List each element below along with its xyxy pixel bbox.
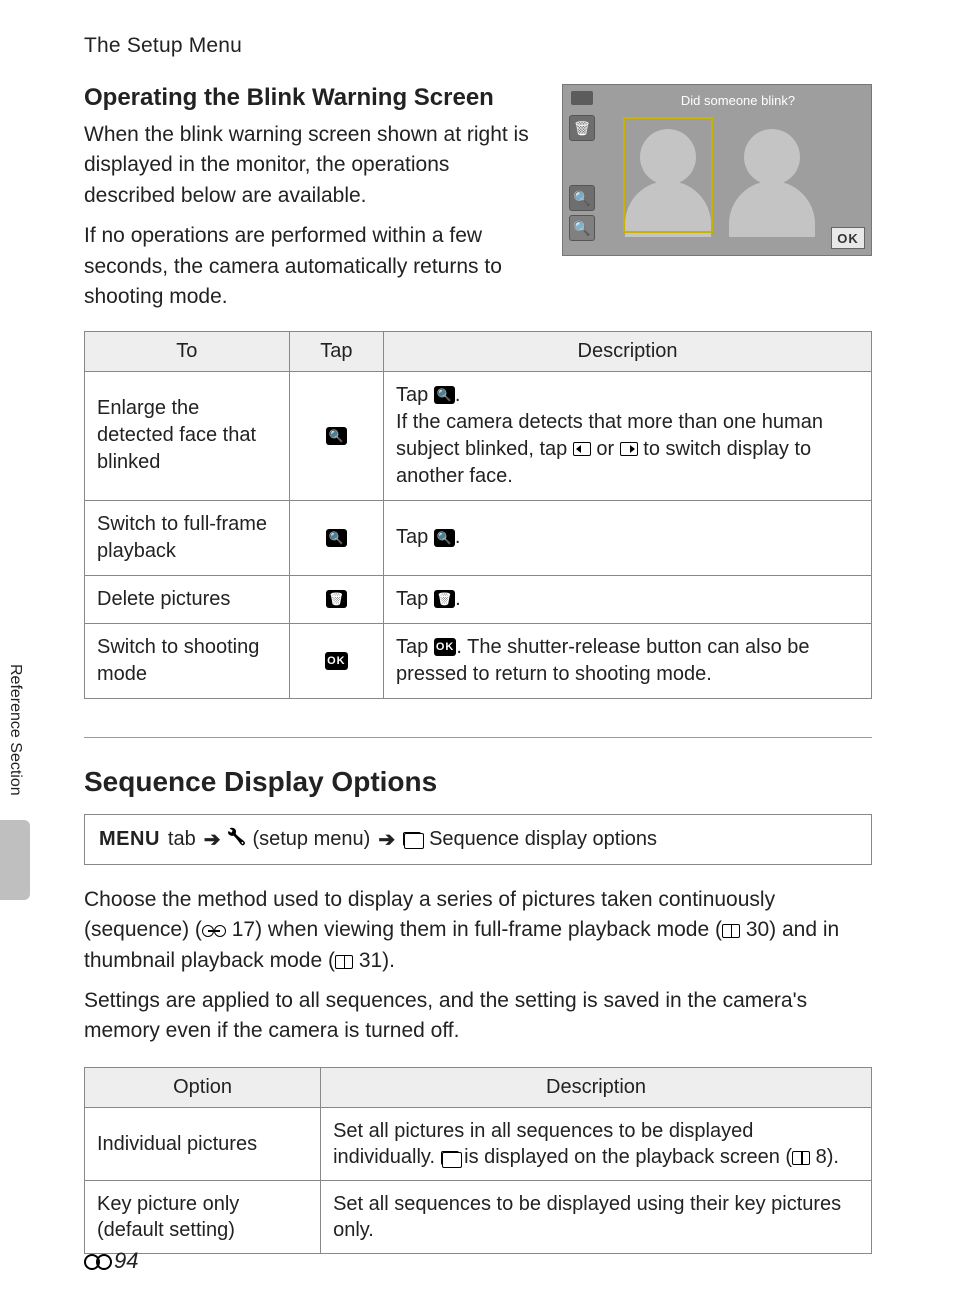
- options-table: Option Description Individual pictures S…: [84, 1067, 872, 1254]
- trash-icon: 🗑: [569, 115, 595, 141]
- table-row: Key picture only (default setting) Set a…: [85, 1180, 872, 1253]
- prev-face-icon: [573, 442, 591, 456]
- blink-warning-screenshot: Did someone blink? 🗑 🔍 🔍 OK: [562, 84, 872, 256]
- sequence-icon: [441, 1151, 459, 1165]
- table-row: Enlarge the detected face that blinked 🔍…: [85, 371, 872, 500]
- next-face-icon: [620, 442, 638, 456]
- link-ref-icon: [84, 1254, 112, 1268]
- cell-desc: Tap 🔍. If the camera detects that more t…: [384, 371, 872, 500]
- cell-desc: Tap OK. The shutter-release button can a…: [384, 623, 872, 698]
- page-number: 94: [114, 1248, 138, 1274]
- side-tab-label: Reference Section: [0, 640, 30, 820]
- wrench-icon: [228, 830, 244, 848]
- table-row: Switch to full-frame playback 🔍 Tap 🔍.: [85, 500, 872, 575]
- cell-tap: OK: [289, 623, 383, 698]
- zoom-out-icon: 🔍: [434, 529, 455, 547]
- blink-caption: Did someone blink?: [613, 93, 863, 109]
- ok-icon: OK: [434, 638, 457, 656]
- running-head: The Setup Menu: [84, 34, 872, 58]
- col-desc: Description: [321, 1067, 872, 1107]
- cell-desc: Tap 🔍.: [384, 500, 872, 575]
- col-option: Option: [85, 1067, 321, 1107]
- section1-para2: If no operations are performed within a …: [84, 221, 542, 312]
- cell-to: Switch to shooting mode: [85, 623, 290, 698]
- sequence-icon: [403, 832, 421, 846]
- arrow-icon: ➔: [378, 827, 395, 852]
- trash-icon: 🗑: [326, 590, 347, 608]
- zoom-out-icon: 🔍: [569, 215, 595, 241]
- cell-option: Individual pictures: [85, 1107, 321, 1180]
- section2-para2: Settings are applied to all sequences, a…: [84, 986, 872, 1047]
- zoom-in-icon: 🔍: [326, 427, 347, 445]
- leaf-label: Sequence display options: [429, 828, 657, 851]
- cell-tap: 🗑: [289, 575, 383, 623]
- book-ref-icon: [335, 955, 353, 969]
- link-ref-icon: [202, 925, 226, 937]
- face-highlight-box: [623, 117, 713, 233]
- col-to: To: [85, 331, 290, 371]
- cell-tap: 🔍: [289, 500, 383, 575]
- tab-word: tab: [168, 828, 196, 851]
- section-divider: [84, 737, 872, 738]
- section1-heading: Operating the Blink Warning Screen: [84, 84, 542, 112]
- ok-button-icon: OK: [831, 227, 865, 249]
- person-silhouette: [729, 129, 815, 239]
- menu-label: MENU: [99, 828, 160, 851]
- menu-path: MENU tab ➔ (setup menu) ➔ Sequence displ…: [84, 814, 872, 865]
- section2-para1: Choose the method used to display a seri…: [84, 885, 872, 976]
- cell-to: Enlarge the detected face that blinked: [85, 371, 290, 500]
- section1-para1: When the blink warning screen shown at r…: [84, 120, 542, 211]
- zoom-in-icon: 🔍: [434, 386, 455, 404]
- trash-icon: 🗑: [434, 590, 455, 608]
- table-row: Individual pictures Set all pictures in …: [85, 1107, 872, 1180]
- ok-icon: OK: [325, 652, 348, 670]
- page-footer: 94: [84, 1248, 138, 1274]
- cell-option: Key picture only (default setting): [85, 1180, 321, 1253]
- side-tab-marker: [0, 820, 30, 900]
- book-ref-icon: [792, 1151, 810, 1165]
- book-ref-icon: [722, 924, 740, 938]
- table-row: Delete pictures 🗑 Tap 🗑.: [85, 575, 872, 623]
- cell-desc: Set all sequences to be displayed using …: [321, 1180, 872, 1253]
- setup-menu-label: (setup menu): [252, 828, 370, 851]
- cell-desc: Set all pictures in all sequences to be …: [321, 1107, 872, 1180]
- back-icon: [571, 91, 593, 105]
- cell-to: Switch to full-frame playback: [85, 500, 290, 575]
- section2-heading: Sequence Display Options: [84, 766, 872, 798]
- cell-to: Delete pictures: [85, 575, 290, 623]
- operations-table: To Tap Description Enlarge the detected …: [84, 331, 872, 699]
- col-desc: Description: [384, 331, 872, 371]
- cell-desc: Tap 🗑.: [384, 575, 872, 623]
- cell-tap: 🔍: [289, 371, 383, 500]
- table-row: Switch to shooting mode OK Tap OK. The s…: [85, 623, 872, 698]
- col-tap: Tap: [289, 331, 383, 371]
- zoom-in-icon: 🔍: [569, 185, 595, 211]
- arrow-icon: ➔: [204, 827, 221, 852]
- zoom-out-icon: 🔍: [326, 529, 347, 547]
